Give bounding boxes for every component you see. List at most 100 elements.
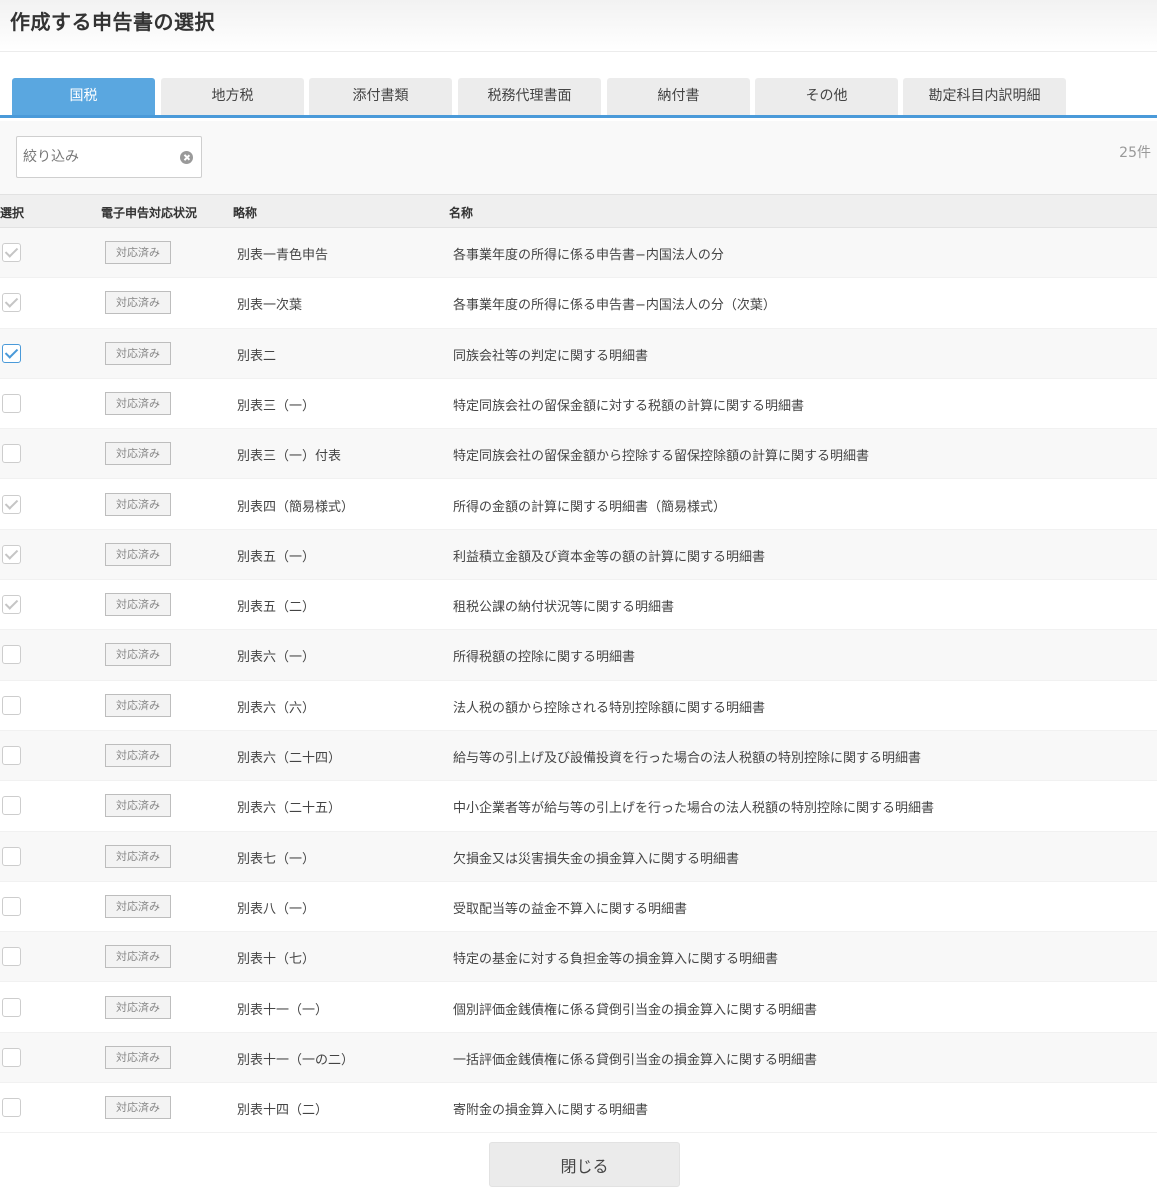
dialog-header: 作成する申告書の選択 xyxy=(0,0,1157,52)
row-checkbox[interactable] xyxy=(2,444,21,464)
table-row[interactable]: 対応済み 別表十一（一） 個別評価金銭債権に係る貸倒引当金の損金算入に関する明細書 xyxy=(0,982,1157,1033)
status-badge: 対応済み xyxy=(105,693,171,717)
status-badge: 対応済み xyxy=(105,542,171,566)
table-row[interactable]: 対応済み 別表三（一）付表 特定同族会社の留保金額から控除する留保控除額の計算に関す… xyxy=(0,429,1157,480)
row-checkbox[interactable] xyxy=(2,293,21,313)
row-name: 租税公課の納付状況等に関する明細書 xyxy=(453,600,675,616)
table-header: 選択 電子申告対応状況 略称 名称 xyxy=(0,194,1157,228)
table-row[interactable]: 対応済み 別表十四（二） 寄附金の損金算入に関する明細書 xyxy=(0,1083,1157,1134)
table-row[interactable]: 対応済み 別表六（二十四） 給与等の引上げ及び設備投資を行った場合の法人税額の特別控… xyxy=(0,731,1157,782)
row-abbreviation: 別表十一（一の二） xyxy=(237,1052,355,1068)
row-name: 一括評価金銭債権に係る貸倒引当金の損金算入に関する明細書 xyxy=(453,1052,818,1068)
tab-national-tax[interactable]: 国税 xyxy=(12,78,155,115)
row-checkbox[interactable] xyxy=(2,796,21,816)
tab-account-details[interactable]: 勘定科目内訳明細 xyxy=(903,78,1066,115)
row-name: 個別評価金銭債権に係る貸倒引当金の損金算入に関する明細書 xyxy=(453,1002,818,1018)
row-checkbox[interactable] xyxy=(2,494,21,514)
status-badge: 対応済み xyxy=(105,593,171,617)
row-checkbox[interactable] xyxy=(2,595,21,615)
tab-attachments[interactable]: 添付書類 xyxy=(309,78,452,115)
row-abbreviation: 別表六（一） xyxy=(237,650,316,666)
row-name: 利益積立金額及び資本金等の額の計算に関する明細書 xyxy=(453,549,766,565)
table-row[interactable]: 対応済み 別表六（一） 所得税額の控除に関する明細書 xyxy=(0,630,1157,681)
row-abbreviation: 別表一次葉 xyxy=(237,298,303,314)
status-badge: 対応済み xyxy=(105,492,171,516)
dialog-footer: 閉じる xyxy=(0,1133,1157,1195)
row-abbreviation: 別表十一（一） xyxy=(237,1002,329,1018)
filter-field xyxy=(16,136,202,178)
status-badge: 対応済み xyxy=(105,241,171,264)
result-count: 25件 xyxy=(1119,145,1151,161)
row-name: 中小企業者等が給与等の引上げを行った場合の法人税額の特別控除に関する明細書 xyxy=(453,801,935,817)
column-header-select: 選択 xyxy=(0,206,25,220)
row-name: 特定の基金に対する負担金等の損金算入に関する明細書 xyxy=(453,952,779,968)
status-badge: 対応済み xyxy=(105,341,171,365)
status-badge: 対応済み xyxy=(105,1045,171,1069)
row-checkbox[interactable] xyxy=(2,343,21,363)
row-name: 寄附金の損金算入に関する明細書 xyxy=(453,1103,649,1119)
row-checkbox[interactable] xyxy=(2,746,21,765)
status-badge: 対応済み xyxy=(105,744,171,767)
row-name: 各事業年度の所得に係る申告書−内国法人の分 xyxy=(453,248,724,263)
row-checkbox[interactable] xyxy=(2,896,21,916)
row-checkbox[interactable] xyxy=(2,997,21,1017)
row-abbreviation: 別表十（七） xyxy=(237,952,316,968)
row-name: 欠損金又は災害損失金の損金算入に関する明細書 xyxy=(453,851,740,867)
row-checkbox[interactable] xyxy=(2,243,21,262)
row-abbreviation: 別表四（簡易様式） xyxy=(237,499,355,515)
tab-tax-agent-documents[interactable]: 税務代理書面 xyxy=(458,78,601,115)
tab-other[interactable]: その他 xyxy=(755,78,898,115)
row-checkbox[interactable] xyxy=(2,645,21,665)
table-row[interactable]: 対応済み 別表一次葉 各事業年度の所得に係る申告書−内国法人の分（次葉） xyxy=(0,278,1157,329)
table-row[interactable]: 対応済み 別表六（二十五） 中小企業者等が給与等の引上げを行った場合の法人税額の特別… xyxy=(0,781,1157,832)
row-abbreviation: 別表七（一） xyxy=(237,851,316,867)
row-checkbox[interactable] xyxy=(2,1098,21,1118)
table-row[interactable]: 対応済み 別表五（二） 租税公課の納付状況等に関する明細書 xyxy=(0,580,1157,631)
row-abbreviation: 別表二 xyxy=(237,348,277,364)
table-row[interactable]: 対応済み 別表五（一） 利益積立金額及び資本金等の額の計算に関する明細書 xyxy=(0,529,1157,581)
row-checkbox[interactable] xyxy=(2,846,21,866)
row-checkbox[interactable] xyxy=(2,393,21,413)
row-abbreviation: 別表三（一） xyxy=(237,398,316,414)
status-badge: 対応済み xyxy=(105,894,171,918)
table-row[interactable]: 対応済み 別表八（一） 受取配当等の益金不算入に関する明細書 xyxy=(0,881,1157,933)
status-badge: 対応済み xyxy=(105,844,171,868)
row-abbreviation: 別表十四（二） xyxy=(237,1103,329,1119)
row-checkbox[interactable] xyxy=(2,947,21,967)
close-button[interactable]: 閉じる xyxy=(489,1142,680,1187)
row-abbreviation: 別表六（六） xyxy=(237,700,316,716)
row-abbreviation: 別表五（一） xyxy=(237,549,316,565)
row-checkbox[interactable] xyxy=(2,1047,21,1067)
table-row[interactable]: 対応済み 別表十一（一の二） 一括評価金銭債権に係る貸倒引当金の損金算入に関する明細… xyxy=(0,1032,1157,1084)
table-row[interactable]: 対応済み 別表七（一） 欠損金又は災害損失金の損金算入に関する明細書 xyxy=(0,831,1157,882)
table-row[interactable]: 対応済み 別表六（六） 法人税の額から控除される特別控除額に関する明細書 xyxy=(0,680,1157,731)
filter-input[interactable] xyxy=(23,145,173,169)
filter-bar: 25件 xyxy=(0,121,1157,194)
status-badge: 対応済み xyxy=(105,794,171,818)
tab-payment-slips[interactable]: 納付書 xyxy=(607,78,750,115)
table-row[interactable]: 対応済み 別表四（簡易様式） 所得の金額の計算に関する明細書（簡易様式） xyxy=(0,479,1157,530)
row-name: 同族会社等の判定に関する明細書 xyxy=(453,348,649,364)
status-badge: 対応済み xyxy=(105,291,171,315)
table-row[interactable]: 対応済み 別表二 同族会社等の判定に関する明細書 xyxy=(0,328,1157,379)
row-checkbox[interactable] xyxy=(2,544,21,564)
clear-icon[interactable] xyxy=(180,151,193,164)
row-name: 所得の金額の計算に関する明細書（簡易様式） xyxy=(453,499,727,515)
tab-local-tax[interactable]: 地方税 xyxy=(161,78,304,115)
row-checkbox[interactable] xyxy=(2,695,21,715)
row-abbreviation: 別表五（二） xyxy=(237,600,316,616)
status-badge: 対応済み xyxy=(105,995,171,1019)
table-row[interactable]: 対応済み 別表一青色申告 各事業年度の所得に係る申告書−内国法人の分 xyxy=(0,228,1157,279)
row-abbreviation: 別表八（一） xyxy=(237,901,316,917)
status-badge: 対応済み xyxy=(105,442,171,466)
table-row[interactable]: 対応済み 別表十（七） 特定の基金に対する負担金等の損金算入に関する明細書 xyxy=(0,932,1157,983)
status-badge: 対応済み xyxy=(105,945,171,969)
tab-bar: 国税 地方税 添付書類 税務代理書面 納付書 その他 勘定科目内訳明細 xyxy=(0,78,1157,118)
table-row[interactable]: 対応済み 別表三（一） 特定同族会社の留保金額に対する税額の計算に関する明細書 xyxy=(0,378,1157,430)
row-name: 各事業年度の所得に係る申告書−内国法人の分（次葉） xyxy=(453,298,776,314)
row-name: 給与等の引上げ及び設備投資を行った場合の法人税額の特別控除に関する明細書 xyxy=(453,751,922,766)
row-abbreviation: 別表六（二十四） xyxy=(237,751,342,766)
column-header-abbr: 略称 xyxy=(233,206,258,220)
status-badge: 対応済み xyxy=(105,391,171,415)
row-abbreviation: 別表六（二十五） xyxy=(237,801,342,817)
